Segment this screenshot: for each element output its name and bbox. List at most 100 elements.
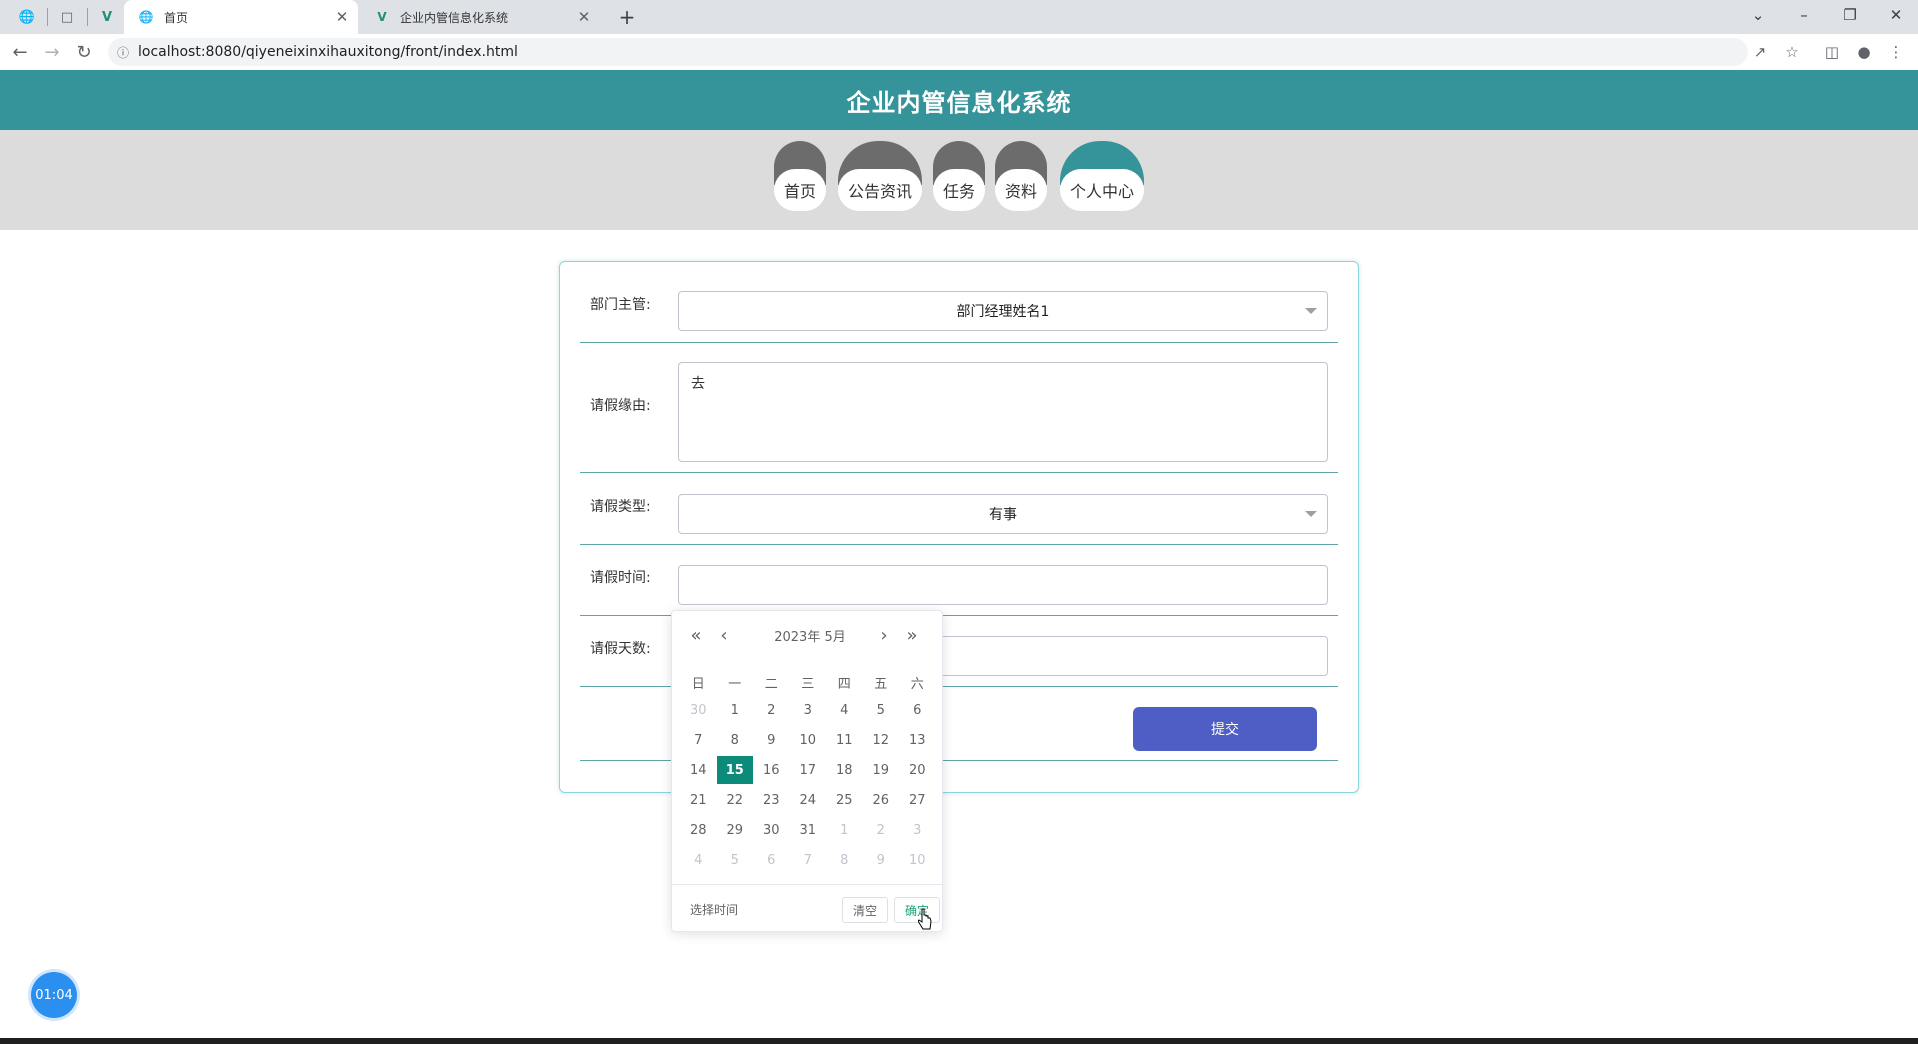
browser-tab-home[interactable]: 🌐 首页 ✕ [124, 0, 358, 34]
confirm-button[interactable]: 确定 [894, 897, 940, 923]
calendar-day[interactable]: 26 [863, 785, 900, 815]
restore-icon[interactable]: ❐ [1827, 0, 1873, 30]
tab-separator [47, 8, 48, 26]
calendar-day[interactable]: 30 [753, 815, 790, 845]
calendar-day[interactable]: 9 [863, 845, 900, 875]
calendar-day[interactable]: 19 [863, 755, 900, 785]
clear-button[interactable]: 清空 [842, 897, 888, 923]
mouse-cursor-icon [918, 908, 932, 930]
timer-badge[interactable]: 01:04 [31, 972, 77, 1018]
address-bar[interactable]: ⓘ localhost:8080/qiyeneixinxihauxitong/f… [108, 38, 1748, 66]
reason-label: 请假缘由: [590, 398, 651, 414]
manager-select[interactable]: 部门经理姓名1 [678, 291, 1328, 331]
next-month-icon[interactable]: › [872, 623, 896, 647]
calendar-day[interactable]: 17 [790, 755, 827, 785]
calendar-day[interactable]: 30 [680, 695, 717, 725]
calendar-day[interactable]: 31 [790, 815, 827, 845]
calendar-day[interactable]: 8 [717, 725, 754, 755]
forward-icon[interactable]: → [38, 38, 66, 66]
nav-item-home[interactable]: 首页 [774, 141, 826, 211]
selected-day-label: 15 [716, 756, 753, 784]
menu-dots-icon[interactable]: ⋮ [1884, 40, 1908, 64]
back-icon[interactable]: ← [6, 38, 34, 66]
pinned-tab-page-icon[interactable]: □ [50, 4, 84, 30]
browser-tabstrip: 🌐 □ V 🌐 首页 ✕ V 企业内管信息化系统 ✕ + ⌄ – ❐ ✕ [0, 0, 1918, 34]
calendar-day[interactable]: 23 [753, 785, 790, 815]
calendar-day[interactable]: 3 [899, 815, 936, 845]
calendar-day[interactable]: 2 [753, 695, 790, 725]
calendar-day[interactable]: 11 [826, 725, 863, 755]
calendar-day[interactable]: 9 [753, 725, 790, 755]
window-close-icon[interactable]: ✕ [1873, 0, 1918, 30]
submit-button[interactable]: 提交 [1133, 707, 1317, 751]
calendar-day[interactable]: 6 [899, 695, 936, 725]
calendar-day[interactable]: 10 [899, 845, 936, 875]
calendar-day[interactable]: 4 [826, 695, 863, 725]
calendar-day[interactable]: 18 [826, 755, 863, 785]
calendar-day[interactable]: 29 [717, 815, 754, 845]
side-panel-icon[interactable]: ◫ [1820, 40, 1844, 64]
calendar-week-row: 28 29 30 31 1 2 3 [680, 815, 936, 845]
calendar-day[interactable]: 1 [826, 815, 863, 845]
calendar-day[interactable]: 7 [790, 845, 827, 875]
select-time-link[interactable]: 选择时间 [690, 901, 738, 918]
month-label[interactable]: 5月 [824, 630, 845, 645]
new-tab-button[interactable]: + [614, 4, 640, 30]
pinned-tab-globe-icon[interactable]: 🌐 [10, 4, 44, 30]
vue-icon: V [377, 10, 387, 24]
manager-value: 部门经理姓名1 [956, 304, 1050, 320]
star-icon[interactable]: ☆ [1780, 40, 1804, 64]
calendar-day[interactable]: 13 [899, 725, 936, 755]
browser-tab-system[interactable]: V 企业内管信息化系统 ✕ [360, 0, 600, 34]
calendar-day[interactable]: 6 [753, 845, 790, 875]
day-grid: 30 1 2 3 4 5 6 7 8 9 10 11 12 13 14 15 16 17 18 19 20 21 22 23 2… [680, 695, 936, 875]
calendar-day[interactable]: 2 [863, 815, 900, 845]
prev-month-icon[interactable]: ‹ [712, 623, 736, 647]
nav-item-announcements[interactable]: 公告资讯 [838, 141, 922, 211]
weekday-label: 四 [837, 677, 851, 692]
tab-search-chevron-icon[interactable]: ⌄ [1735, 0, 1781, 30]
calendar-day[interactable]: 27 [899, 785, 936, 815]
calendar-day[interactable]: 3 [790, 695, 827, 725]
tab-separator [87, 8, 88, 26]
calendar-day[interactable]: 5 [863, 695, 900, 725]
type-select[interactable]: 有事 [678, 494, 1328, 534]
year-label[interactable]: 2023年 [774, 630, 820, 645]
prev-year-icon[interactable]: « [684, 623, 708, 647]
calendar-day[interactable]: 22 [717, 785, 754, 815]
calendar-day[interactable]: 5 [717, 845, 754, 875]
calendar-day[interactable]: 16 [753, 755, 790, 785]
calendar-day[interactable]: 7 [680, 725, 717, 755]
profile-icon[interactable]: ● [1852, 40, 1876, 64]
calendar-day[interactable]: 21 [680, 785, 717, 815]
calendar-day-selected[interactable]: 15 [716, 755, 754, 785]
weekday-label: 二 [764, 677, 778, 692]
calendar-day[interactable]: 28 [680, 815, 717, 845]
close-icon[interactable]: ✕ [332, 8, 352, 26]
leave-time-input[interactable] [678, 565, 1328, 605]
calendar-day[interactable]: 14 [680, 755, 717, 785]
reason-textarea[interactable]: 去 [678, 362, 1328, 462]
nav-item-tasks[interactable]: 任务 [933, 141, 985, 211]
pinned-tab-vue-icon[interactable]: V [90, 4, 124, 30]
bottom-bar [0, 1038, 1918, 1044]
calendar-week-row: 30 1 2 3 4 5 6 [680, 695, 936, 725]
calendar-day[interactable]: 10 [790, 725, 827, 755]
calendar-day[interactable]: 8 [826, 845, 863, 875]
calendar-day[interactable]: 24 [790, 785, 827, 815]
nav-item-materials[interactable]: 资料 [995, 141, 1047, 211]
site-title: 企业内管信息化系统 [846, 88, 1072, 117]
close-icon[interactable]: ✕ [574, 8, 594, 26]
nav-item-personal-center[interactable]: 个人中心 [1060, 141, 1144, 211]
calendar-day[interactable]: 4 [680, 845, 717, 875]
calendar-day[interactable]: 25 [826, 785, 863, 815]
reload-icon[interactable]: ↻ [70, 38, 98, 66]
calendar-day[interactable]: 20 [899, 755, 936, 785]
next-year-icon[interactable]: » [900, 623, 924, 647]
site-info-icon[interactable]: ⓘ [108, 44, 138, 61]
share-icon[interactable]: ↗ [1748, 40, 1772, 64]
calendar-day[interactable]: 12 [863, 725, 900, 755]
calendar-day[interactable]: 1 [717, 695, 754, 725]
minimize-icon[interactable]: – [1781, 0, 1827, 30]
calendar-week-row: 4 5 6 7 8 9 10 [680, 845, 936, 875]
